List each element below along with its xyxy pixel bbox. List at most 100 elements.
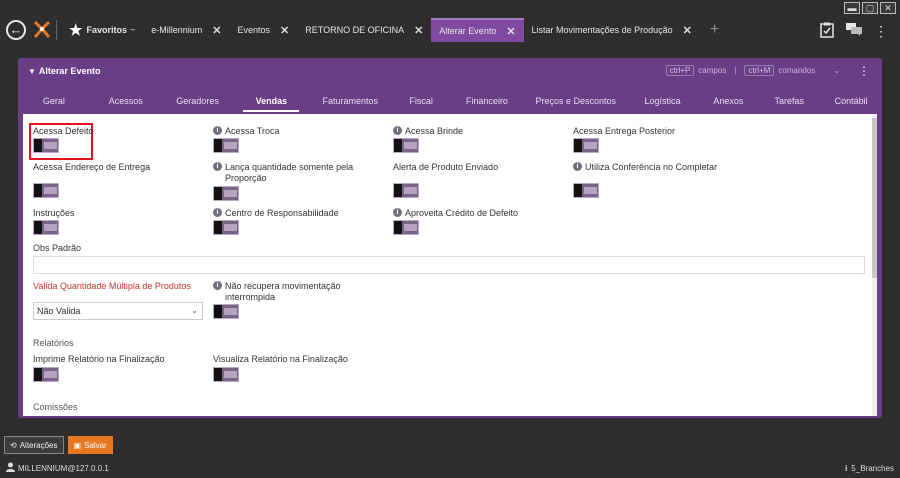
info-icon[interactable]: i	[393, 126, 402, 135]
action-bar: ⟲ Alterações ▣ Salvar	[4, 436, 113, 454]
field-label: Obs Padrão	[33, 243, 82, 253]
scrollbar-thumb[interactable]	[872, 118, 877, 278]
back-button[interactable]: ←	[6, 20, 26, 40]
field-label: Utiliza Conferência no Completar	[585, 162, 718, 172]
lanca-quantidade-toggle[interactable]	[213, 186, 239, 201]
field-centro-responsabilidade: i Centro de Responsabilidade	[213, 208, 339, 219]
caret-down-icon[interactable]: ▼	[28, 67, 36, 76]
field-label: Instruções	[33, 208, 75, 218]
field-label-line1: Não recupera movimentação	[225, 281, 341, 291]
minimize-button[interactable]: ▬	[844, 2, 860, 14]
centro-responsabilidade-toggle[interactable]	[213, 220, 239, 235]
acessa-entrega-posterior-toggle[interactable]	[573, 138, 599, 153]
close-icon[interactable]: ✕	[280, 24, 289, 37]
field-label: Acessa Endereço de Entrega	[33, 162, 151, 172]
close-icon[interactable]: ✕	[212, 24, 221, 37]
field-label: Alerta de Produto Enviado	[393, 162, 499, 172]
field-acessa-endereco-entrega: Acessa Endereço de Entrega	[33, 162, 150, 173]
form-content: Acessa Defeito i Acessa Troca i Acessa Bri…	[23, 114, 877, 416]
panel-menu-icon[interactable]: ⋮	[858, 64, 870, 78]
tab-fiscal[interactable]: Fiscal	[393, 94, 449, 112]
tab-e-millennium[interactable]: e-Millennium ✕	[143, 18, 229, 42]
close-icon[interactable]: ✕	[506, 25, 515, 38]
close-window-button[interactable]: ✕	[880, 2, 896, 14]
tab-faturamentos[interactable]: Faturamentos	[307, 94, 393, 112]
tab-anexos[interactable]: Anexos	[698, 94, 758, 112]
tab-listar-movimentacoes[interactable]: Listar Movimentações de Produção ✕	[524, 18, 700, 42]
tab-contabil[interactable]: Contábil	[820, 94, 882, 112]
imprime-relatorio-toggle[interactable]	[33, 367, 59, 382]
field-label: Centro de Responsabilidade	[225, 208, 339, 218]
tab-label: RETORNO DE OFICINA	[305, 25, 405, 35]
field-obs-padrao: Obs Padrão	[33, 243, 81, 254]
utiliza-conferencia-toggle[interactable]	[573, 183, 599, 198]
alerta-produto-enviado-toggle[interactable]	[393, 183, 419, 198]
info-icon: i	[845, 463, 848, 473]
select-value: Não Valida	[37, 306, 81, 316]
aproveita-credito-toggle[interactable]	[393, 220, 419, 235]
tab-bar: ★ Favoritos ~ e-Millennium ✕ Eventos ✕ R…	[56, 18, 729, 42]
clipboard-icon[interactable]	[820, 22, 834, 41]
tab-acessos[interactable]: Acessos	[90, 94, 162, 112]
save-button[interactable]: ▣ Salvar	[67, 436, 113, 454]
tab-financeiro[interactable]: Financeiro	[449, 94, 525, 112]
acessa-troca-toggle[interactable]	[213, 138, 239, 153]
close-icon[interactable]: ✕	[683, 24, 692, 37]
branch-label: 5_Branches	[851, 463, 894, 473]
field-label-line1: Lança quantidade somente pela	[225, 162, 354, 172]
close-icon[interactable]: ✕	[414, 24, 423, 37]
info-icon[interactable]: i	[213, 208, 222, 217]
field-label: Acessa Defeito	[33, 126, 94, 136]
tab-retorno-de-oficina[interactable]: RETORNO DE OFICINA ✕	[297, 18, 431, 42]
alteracoes-button[interactable]: ⟲ Alterações	[4, 436, 64, 454]
field-acessa-entrega-posterior: Acessa Entrega Posterior	[573, 126, 675, 137]
instrucoes-toggle[interactable]	[33, 220, 59, 235]
star-icon: ★	[69, 22, 83, 39]
acessa-endereco-entrega-toggle[interactable]	[33, 183, 59, 198]
tab-alterar-evento[interactable]: Alterar Evento ✕	[431, 18, 524, 42]
shortcut-key-commands: ctrl+M	[744, 65, 775, 76]
tab-geradores[interactable]: Geradores	[162, 94, 234, 112]
tab-precos-e-descontos[interactable]: Preços e Descontos	[525, 94, 627, 112]
valida-quantidade-select[interactable]: Não Valida ⌄	[33, 302, 203, 320]
tab-label: Eventos	[237, 25, 271, 35]
info-icon[interactable]: i	[213, 281, 222, 290]
field-label-line2: Proporção	[225, 173, 267, 183]
acessa-brinde-toggle[interactable]	[393, 138, 419, 153]
tab-label: e-Millennium	[151, 25, 203, 35]
tab-logistica[interactable]: Logística	[627, 94, 699, 112]
nao-recupera-toggle[interactable]	[213, 304, 239, 319]
branch-info: i 5_Branches	[845, 464, 894, 473]
top-right-icons: ⋮	[820, 22, 888, 41]
info-icon[interactable]: i	[573, 162, 582, 171]
more-vertical-icon[interactable]: ⋮	[874, 23, 888, 40]
tab-eventos[interactable]: Eventos ✕	[229, 18, 297, 42]
info-icon[interactable]: i	[393, 208, 402, 217]
tab-vendas[interactable]: Vendas	[243, 94, 300, 112]
tab-tarefas[interactable]: Tarefas	[758, 94, 820, 112]
field-label-line2: interrompida	[225, 292, 276, 302]
obs-padrao-input[interactable]	[33, 256, 865, 274]
chevron-down-icon: ⌄	[191, 306, 198, 315]
field-nao-recupera: i Não recupera movimentação interrompida	[213, 281, 341, 303]
tab-separator	[56, 20, 57, 40]
tab-label: Alterar Evento	[439, 26, 497, 36]
add-tab-button[interactable]: +	[700, 18, 729, 42]
field-acessa-brinde: i Acessa Brinde	[393, 126, 463, 137]
maximize-button[interactable]: ▢	[862, 2, 878, 14]
user-label: MILLENNIUM@127.0.0.1	[18, 463, 109, 473]
tab-geral[interactable]: Geral	[18, 94, 90, 112]
vertical-scrollbar[interactable]	[872, 114, 877, 416]
field-valida-quantidade: Valida Quantidade Múltipla de Produtos	[33, 281, 191, 292]
field-label: Valida Quantidade Múltipla de Produtos	[33, 281, 191, 291]
chevron-down-icon: ~	[129, 25, 136, 35]
tab-favoritos[interactable]: ★ Favoritos ~	[61, 18, 143, 42]
millennium-logo	[33, 20, 51, 38]
info-icon[interactable]: i	[213, 126, 222, 135]
chat-icon[interactable]	[846, 23, 862, 40]
history-icon: ⟲	[10, 440, 17, 450]
acessa-defeito-toggle[interactable]	[33, 138, 59, 153]
chevron-down-icon[interactable]: ⌄	[833, 66, 840, 75]
info-icon[interactable]: i	[213, 162, 222, 171]
visualiza-relatorio-toggle[interactable]	[213, 367, 239, 382]
